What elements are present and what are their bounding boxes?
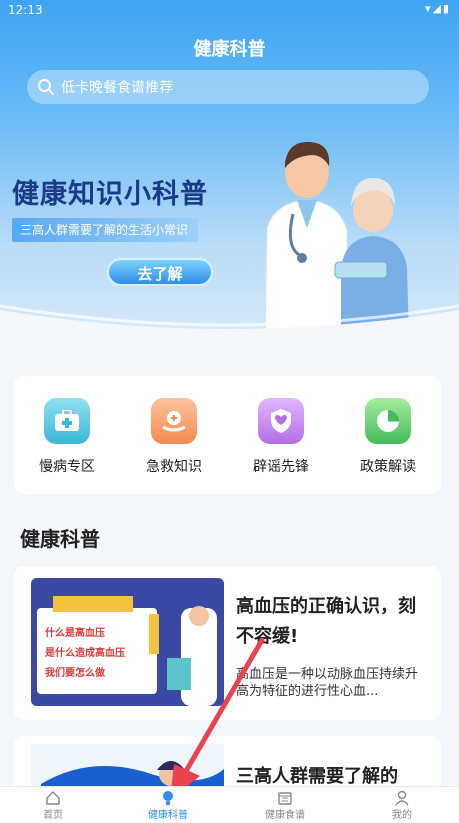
tab-health-science[interactable]: 健康科普 — [118, 790, 218, 821]
tab-label: 我的 — [392, 810, 412, 821]
category-policy[interactable]: 政策解读 — [343, 398, 433, 476]
category-label: 辟谣先锋 — [253, 459, 309, 475]
category-label: 急救知识 — [146, 459, 202, 475]
article-title: 三高人群需要了解的 — [236, 766, 398, 787]
status-icons: ▾◢▮ — [424, 2, 451, 15]
category-label: 慢病专区 — [39, 459, 95, 475]
banner-subtitle: 三高人群需要了解的生活小常识 — [12, 218, 199, 242]
search-icon — [38, 79, 54, 95]
thumb-line: 我们要怎么做 — [45, 668, 105, 679]
tab-label: 健康科普 — [148, 810, 188, 821]
thumb-line: 什么是高血压 — [45, 628, 105, 639]
hero-banner: 12:13 ▾◢▮ 健康科普 低卡晚餐食谱推荐 健康知识小科普 三高人群需要了解… — [0, 0, 459, 350]
category-first-aid[interactable]: 急救知识 — [129, 398, 219, 476]
category-panel: 慢病专区 急救知识 辟谣先锋 政策解读 — [14, 376, 441, 494]
thumb-line: 是什么造成高血压 — [45, 648, 125, 659]
learn-more-button[interactable]: 去了解 — [107, 258, 213, 286]
tab-label: 首页 — [43, 810, 63, 821]
calendar-icon — [278, 792, 292, 805]
tab-profile[interactable]: 我的 — [352, 790, 452, 821]
user-icon — [395, 790, 409, 806]
heart-hand-icon — [151, 398, 197, 444]
hero-wave — [0, 304, 459, 350]
section-title: 健康科普 — [20, 527, 100, 551]
category-chronic-disease[interactable]: 慢病专区 — [22, 398, 112, 476]
category-rumor-busting[interactable]: 辟谣先锋 — [236, 398, 326, 476]
search-placeholder: 低卡晚餐食谱推荐 — [61, 80, 173, 96]
tab-home[interactable]: 首页 — [3, 790, 103, 821]
banner-headline: 健康知识小科普 — [12, 179, 208, 210]
status-time: 12:13 — [8, 3, 43, 17]
status-bar: 12:13 ▾◢▮ — [0, 0, 459, 20]
tab-recipes[interactable]: 健康食谱 — [235, 790, 335, 821]
article-title: 高血压的正确认识，刻不容缓! — [236, 596, 416, 647]
category-label: 政策解读 — [360, 459, 416, 475]
article-thumbnail: 什么是高血压 是什么造成高血压 我们要怎么做 — [31, 578, 224, 706]
article-card[interactable]: 什么是高血压 是什么造成高血压 我们要怎么做 高血压的正确认识，刻不容缓! 高血… — [14, 566, 441, 720]
page-title: 健康科普 — [193, 39, 266, 60]
medical-kit-icon — [44, 398, 90, 444]
pie-chart-icon — [365, 398, 411, 444]
search-input[interactable]: 低卡晚餐食谱推荐 — [27, 70, 429, 104]
tab-label: 健康食谱 — [265, 810, 305, 821]
bulb-icon — [163, 791, 173, 805]
shield-icon — [258, 398, 304, 444]
article-description: 高血压是一种以动脉血压持续升高为特征的进行性心血... — [236, 667, 419, 699]
home-icon — [46, 791, 60, 805]
tab-bar: 首页 健康科普 健康食谱 我的 — [0, 786, 459, 823]
